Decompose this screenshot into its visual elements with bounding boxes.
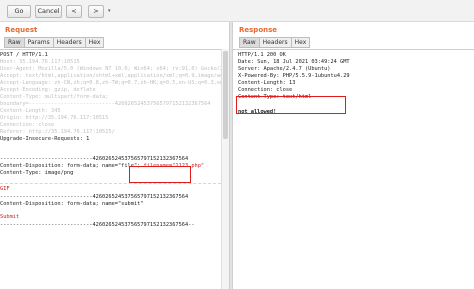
request-line: Content-Type: image/png <box>0 170 74 176</box>
response-editor[interactable]: HTTP/1.1 200 OK Date: Sun, 18 Jul 2021 0… <box>233 49 474 289</box>
request-line: boundary=---------------------------4260… <box>0 101 211 107</box>
request-line: Host: 35.194.76.117:10515 <box>0 59 80 65</box>
response-line: Connection: close <box>238 87 293 93</box>
tab-headers[interactable]: Headers <box>53 37 86 48</box>
request-title: Request <box>5 26 38 34</box>
response-line: Server: Apache/2.4.7 (Ubuntu) <box>238 66 331 72</box>
tab-hex[interactable]: Hex <box>85 37 105 48</box>
response-highlight-box <box>236 96 346 114</box>
tab-params[interactable]: Params <box>24 37 54 48</box>
scroll-thumb[interactable] <box>223 51 228 139</box>
forward-button[interactable]: > <box>88 5 104 18</box>
request-line: -----------------------------42602652453… <box>0 222 195 228</box>
request-tabs: Raw Params Headers Hex <box>4 37 105 48</box>
divider <box>0 183 221 184</box>
request-line: -----------------------------42602652453… <box>0 194 189 200</box>
request-line: -----------------------------42602652453… <box>0 156 189 162</box>
request-line: Upgrade-Insecure-Requests: 1 <box>0 136 90 142</box>
request-line: Content-Disposition: form-data; name="su… <box>0 201 144 207</box>
response-line: X-Powered-By: PHP/5.5.9-1ubuntu4.29 <box>238 73 350 79</box>
filename-highlight-box <box>129 166 191 183</box>
request-line: Origin: http://35.194.76.117:10515 <box>0 115 109 121</box>
response-pane: Response Raw Headers Hex HTTP/1.1 200 OK… <box>233 22 474 289</box>
response-line: Content-Length: 13 <box>238 80 296 86</box>
request-line: Content-Length: 345 <box>0 108 61 114</box>
request-pane: Request Raw Params Headers Hex POST / HT… <box>0 22 287 289</box>
response-tabs: Raw Headers Hex <box>239 37 311 48</box>
tab-raw[interactable]: Raw <box>4 37 25 48</box>
request-line: Referer: http://35.194.76.117:10515/ <box>0 129 115 135</box>
toolbar: Go Cancel < > ▾ <box>0 0 474 22</box>
tab-hex[interactable]: Hex <box>291 37 311 48</box>
chevron-down-icon[interactable]: ▾ <box>108 8 111 14</box>
request-scrollbar[interactable] <box>221 49 229 289</box>
response-title: Response <box>239 26 278 34</box>
go-button[interactable]: Go <box>7 5 31 18</box>
request-line: POST / HTTP/1.1 <box>0 52 48 58</box>
response-line: Date: Sun, 18 Jul 2021 03:49:24 GMT <box>238 59 350 65</box>
request-line-submit: Submit <box>0 214 20 220</box>
response-line: HTTP/1.1 200 OK <box>238 52 286 58</box>
tab-headers[interactable]: Headers <box>259 37 292 48</box>
request-line-payload: GIF <box>0 186 10 192</box>
back-button[interactable]: < <box>66 5 82 18</box>
request-line: Connection: close <box>0 122 55 128</box>
cancel-button[interactable]: Cancel <box>35 5 62 18</box>
request-line: Content-Type: multipart/form-data; <box>0 94 109 100</box>
request-line: Accept-Encoding: gzip, deflate <box>0 87 96 93</box>
request-line: Accept-Language: zh-CN,zh;q=0.8,zh-TW;q=… <box>0 80 243 86</box>
tab-raw[interactable]: Raw <box>239 37 260 48</box>
